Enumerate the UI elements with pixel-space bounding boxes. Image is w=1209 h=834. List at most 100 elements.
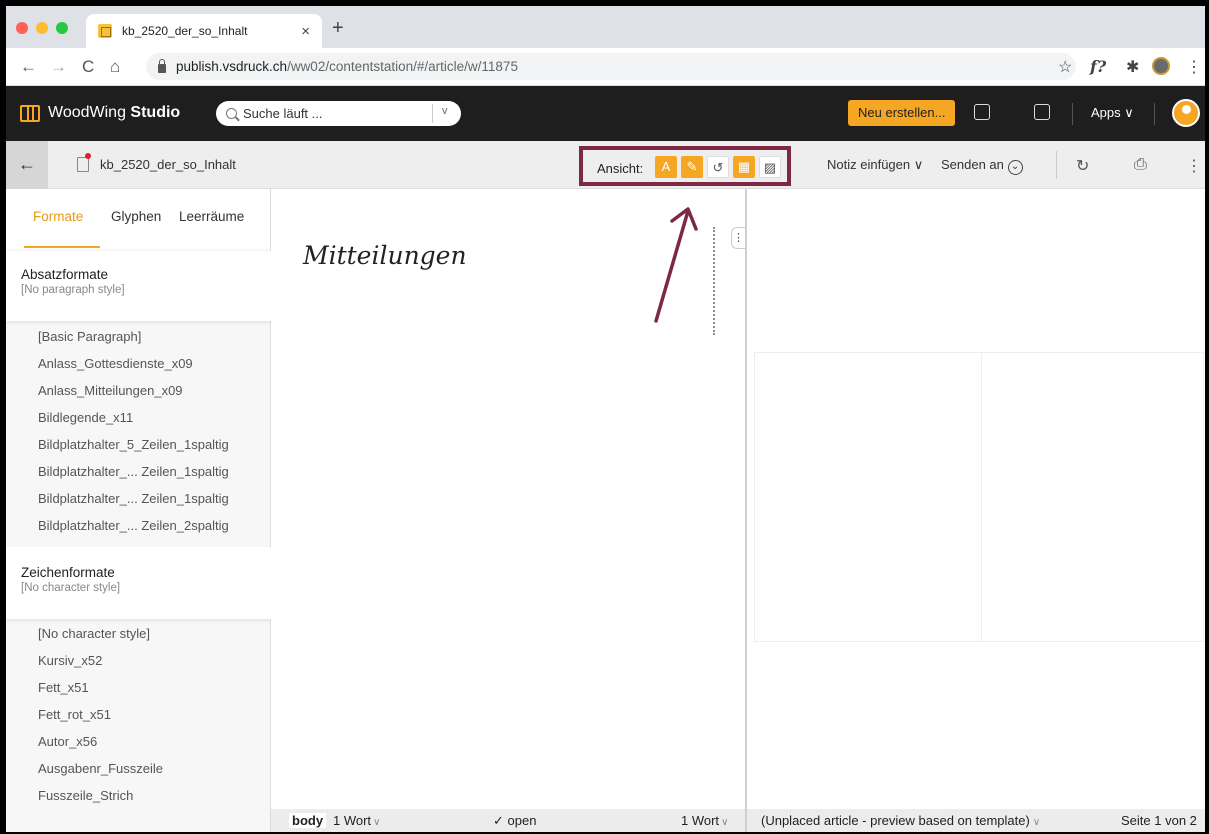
apps-menu[interactable]: Apps ∨	[1091, 105, 1134, 121]
word-count-right[interactable]: 1 Wort ∨	[681, 813, 728, 828]
maximize-window-button[interactable]	[56, 22, 68, 34]
apps-chevron-icon: ∨	[1124, 105, 1134, 120]
character-styles-header: Zeichenformate [No character style]	[6, 547, 271, 619]
tab-glyphen[interactable]: Glyphen	[111, 209, 161, 224]
paragraph-style-item[interactable]: Bildplatzhalter_... Zeilen_1spaltig	[38, 458, 229, 485]
history-view-button[interactable]: ↺	[707, 156, 729, 178]
view-label: Ansicht:	[597, 161, 644, 176]
character-style-item[interactable]: [No character style]	[38, 620, 163, 647]
header-divider-2	[1154, 103, 1155, 125]
preview-note-text: (Unplaced article - preview based on tem…	[761, 813, 1030, 828]
text-view-button[interactable]: A	[655, 156, 677, 178]
paragraph-style-item[interactable]: Anlass_Gottesdienste_x09	[38, 350, 229, 377]
character-style-list: [No character style] Kursiv_x52 Fett_x51…	[38, 620, 163, 809]
view-mode-group: Ansicht: A ✎ ↺ ▦ ▨	[579, 146, 791, 186]
pdf-export-icon[interactable]: ⎙	[1134, 156, 1147, 174]
url-path: /ww02/contentstation/#/article/w/11875	[287, 59, 518, 74]
word-count-left[interactable]: 1 Wort ∨	[333, 813, 380, 828]
tab-close-icon[interactable]: ×	[301, 23, 310, 40]
browser-menu-icon[interactable]: ⋮	[1186, 57, 1202, 77]
bookmark-star-icon[interactable]: ☆	[1058, 57, 1072, 77]
tab-formate[interactable]: Formate	[33, 209, 83, 224]
paragraph-style-item[interactable]: Bildplatzhalter_5_Zeilen_1spaltig	[38, 431, 229, 458]
import-icon[interactable]	[974, 104, 990, 120]
active-tab-indicator	[24, 246, 100, 248]
forward-arrow-icon[interactable]: →	[50, 57, 67, 77]
insert-note-menu[interactable]: Notiz einfügen ∨	[827, 157, 923, 173]
back-arrow-icon[interactable]: ←	[20, 57, 37, 77]
edit-view-button[interactable]: ✎	[681, 156, 703, 178]
search-divider	[432, 104, 433, 123]
article-headline[interactable]: Mitteilungen	[303, 241, 467, 270]
preview-page-left	[754, 352, 982, 642]
character-style-item[interactable]: Fusszeile_Strich	[38, 782, 163, 809]
paragraph-style-item[interactable]: Anlass_Mitteilungen_x09	[38, 377, 229, 404]
header-divider	[1072, 103, 1073, 125]
paragraph-style-item[interactable]: Bildplatzhalter_... Zeilen_1spaltig	[38, 485, 229, 512]
brand-light: WoodWing	[48, 104, 126, 121]
annotation-arrow-icon	[654, 207, 698, 323]
refresh-icon[interactable]: ↻	[1076, 156, 1089, 176]
close-window-button[interactable]	[16, 22, 28, 34]
chevron-down-icon: ∨	[373, 817, 381, 828]
paragraph-style-item[interactable]: [Basic Paragraph]	[38, 323, 229, 350]
editor-status-bar: body 1 Wort ∨ ✓ open 1 Wort ∨	[271, 809, 745, 832]
send-chevron-icon: ⌄	[1007, 160, 1023, 175]
tab-favicon-icon	[98, 24, 112, 38]
chevron-down-icon: ∨	[721, 817, 729, 828]
app-header: WoodWing Studio Suche läuft ... v Neu er…	[6, 86, 1205, 141]
character-style-item[interactable]: Fett_x51	[38, 674, 163, 701]
apps-label: Apps	[1091, 105, 1121, 120]
browser-tab-bar: kb_2520_der_so_Inhalt × +	[6, 6, 1205, 48]
brand-bold: Studio	[130, 104, 181, 121]
send-to-menu[interactable]: Senden an ⌄	[941, 157, 1023, 175]
inbox-icon[interactable]	[1034, 104, 1050, 120]
word-count-right-text: 1 Wort	[681, 813, 720, 828]
character-current-style: [No character style]	[21, 582, 121, 594]
article-toolbar: ← kb_2520_der_so_Inhalt Ansicht: A ✎ ↺ ▦…	[6, 141, 1205, 189]
style-tag[interactable]: body	[289, 813, 327, 828]
preview-page-right	[982, 352, 1204, 642]
character-styles-title: Zeichenformate	[21, 565, 115, 580]
character-style-item[interactable]: Autor_x56	[38, 728, 163, 755]
tab-leerraeume[interactable]: Leerräume	[179, 209, 244, 224]
extensions-puzzle-icon[interactable]: ✱	[1126, 57, 1139, 77]
profile-avatar[interactable]	[1152, 57, 1170, 75]
send-to-label: Senden an	[941, 157, 1004, 172]
woodwing-logo-icon	[20, 105, 40, 122]
panel-handle-icon[interactable]: ⋮	[731, 227, 745, 249]
paragraph-style-item[interactable]: Bildplatzhalter_... Zeilen_2spaltig	[38, 512, 229, 539]
tab-title: kb_2520_der_so_Inhalt	[122, 24, 248, 38]
paragraph-styles-title: Absatzformate	[21, 267, 109, 282]
new-create-button[interactable]: Neu erstellen...	[848, 100, 956, 126]
layout-preview	[747, 189, 1205, 809]
browser-tab[interactable]: kb_2520_der_so_Inhalt ×	[86, 14, 322, 48]
character-style-item[interactable]: Fett_rot_x51	[38, 701, 163, 728]
reload-icon[interactable]: C	[82, 57, 94, 77]
address-bar[interactable]: publish.vsdruck.ch/ww02/contentstation/#…	[146, 53, 1076, 80]
more-options-icon[interactable]: ⋮	[1186, 156, 1202, 176]
font-extension-icon[interactable]: f?	[1090, 57, 1106, 76]
unsaved-dot-icon	[85, 153, 91, 159]
preview-status-bar: (Unplaced article - preview based on tem…	[747, 809, 1205, 832]
page-info: Seite 1 von 2	[1121, 813, 1197, 828]
browser-window: kb_2520_der_so_Inhalt × + ← → C ⌂ publis…	[6, 6, 1205, 832]
home-icon[interactable]: ⌂	[110, 57, 120, 77]
paragraph-styles-header: Absatzformate [No paragraph style]	[6, 251, 271, 321]
user-avatar[interactable]	[1172, 99, 1200, 127]
character-style-item[interactable]: Kursiv_x52	[38, 647, 163, 674]
new-tab-button[interactable]: +	[332, 18, 344, 38]
preview-note[interactable]: (Unplaced article - preview based on tem…	[761, 813, 1040, 828]
search-dropdown-icon[interactable]: v	[442, 105, 448, 117]
paragraph-style-item[interactable]: Bildlegende_x11	[38, 404, 229, 431]
article-name: kb_2520_der_so_Inhalt	[100, 157, 236, 172]
open-status: ✓ open	[493, 813, 537, 828]
layout-view-button[interactable]: ▦	[733, 156, 755, 178]
image-view-button[interactable]: ▨	[759, 156, 781, 178]
search-icon	[226, 108, 237, 119]
search-input[interactable]: Suche läuft ... v	[216, 101, 461, 126]
back-button[interactable]: ←	[6, 141, 48, 189]
minimize-window-button[interactable]	[36, 22, 48, 34]
character-style-item[interactable]: Ausgabenr_Fusszeile	[38, 755, 163, 782]
styles-panel: Formate Glyphen Leerräume Absatzformate …	[6, 189, 271, 832]
